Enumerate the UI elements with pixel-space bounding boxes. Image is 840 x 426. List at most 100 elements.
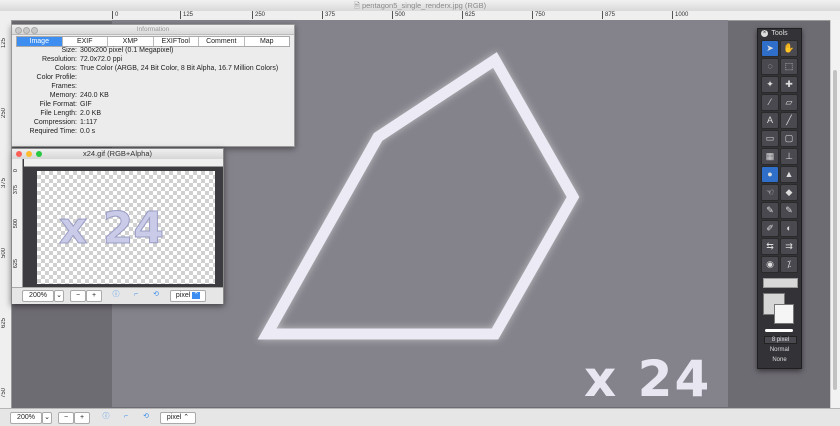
close-button-icon[interactable] bbox=[16, 151, 22, 157]
zoom-dot-icon[interactable] bbox=[31, 27, 38, 34]
zoom-out-button[interactable]: − bbox=[58, 412, 74, 424]
magic-wand-icon[interactable]: ✦ bbox=[761, 76, 779, 93]
burn-tool-icon[interactable]: ✎ bbox=[780, 202, 798, 219]
info-value: GIF bbox=[80, 101, 92, 108]
tab-map[interactable]: Map bbox=[245, 37, 290, 46]
tab-exif[interactable]: EXIF bbox=[63, 37, 108, 46]
eraser-tool-icon[interactable]: ▱ bbox=[780, 94, 798, 111]
brush-tool-icon[interactable]: ⁄ bbox=[761, 94, 779, 111]
ruler-tick: 500 bbox=[392, 11, 405, 19]
arrow-tool-icon[interactable]: ➤ bbox=[761, 40, 779, 57]
info-label: Color Profile: bbox=[36, 74, 77, 81]
scrollbar-thumb[interactable] bbox=[833, 70, 837, 390]
ruler-tick: 500 bbox=[13, 219, 19, 229]
line-tool-icon[interactable]: ╱ bbox=[780, 112, 798, 129]
transparent-canvas[interactable]: x 24 bbox=[37, 171, 215, 284]
transform-tool-icon[interactable]: ⇉ bbox=[780, 238, 798, 255]
info-value: 72.0x72.0 ppi bbox=[80, 56, 123, 63]
tab-xmp[interactable]: XMP bbox=[108, 37, 154, 46]
gif-window: x24.gif (RGB+Alpha) 0 375 500 625 x 24 2… bbox=[11, 148, 224, 304]
pencil-tool-icon[interactable]: ✎ bbox=[761, 202, 779, 219]
info-label: File Length: bbox=[40, 110, 77, 117]
info-value: 1:117 bbox=[80, 119, 97, 126]
zoom-button-icon[interactable] bbox=[36, 151, 42, 157]
gif-title-bar: x24.gif (RGB+Alpha) bbox=[12, 149, 223, 159]
info-label: Resolution: bbox=[41, 56, 77, 63]
window-title: pentagon5_single_renderx.jpg (RGB) bbox=[361, 1, 487, 10]
gif-info-icon[interactable]: ⓘ bbox=[110, 290, 122, 300]
color-swatch-bar[interactable] bbox=[763, 278, 798, 288]
ruler-tick: 750 bbox=[1, 388, 7, 399]
close-icon[interactable]: × bbox=[761, 30, 768, 37]
tab-image[interactable]: Image bbox=[17, 37, 63, 46]
gif-unit-select[interactable]: pixel ⌃ bbox=[170, 290, 206, 302]
smudge-tool-icon[interactable]: ☜ bbox=[761, 184, 779, 201]
minimize-dot-icon[interactable] bbox=[23, 27, 30, 34]
rotate-icon[interactable]: ⟲ bbox=[140, 412, 152, 422]
gif-rotate-icon[interactable]: ⟲ bbox=[150, 290, 162, 300]
gif-canvas-text: x 24 bbox=[59, 203, 165, 255]
info-label: Size: bbox=[61, 47, 77, 54]
gif-title: x24.gif (RGB+Alpha) bbox=[83, 149, 152, 158]
tab-exiftool[interactable]: EXIFTool bbox=[154, 37, 199, 46]
crop-icon[interactable]: ⌐ bbox=[120, 412, 132, 422]
globe-tool-icon[interactable]: ◉ bbox=[761, 256, 779, 273]
unit-select[interactable]: pixel ⌃ bbox=[160, 412, 196, 424]
ruler-tick: 250 bbox=[1, 108, 7, 119]
gif-zoom-out-button[interactable]: − bbox=[70, 290, 86, 302]
close-dot-icon[interactable] bbox=[15, 27, 22, 34]
ruler-tick: 875 bbox=[602, 11, 615, 19]
info-value: 240.0 KB bbox=[80, 92, 109, 99]
ruler-tick: 125 bbox=[180, 11, 193, 19]
tools-title: Tools bbox=[771, 30, 788, 37]
marquee-tool-icon[interactable]: ⬚ bbox=[780, 58, 798, 75]
brush-size-preview bbox=[765, 329, 793, 332]
gif-zoom-field[interactable]: 200% bbox=[22, 290, 54, 302]
ruler-tick: 250 bbox=[252, 11, 265, 19]
gif-zoom-dropdown-icon[interactable]: ⌄ bbox=[54, 290, 64, 302]
blur-drop-tool-icon[interactable]: ● bbox=[761, 166, 779, 183]
info-icon[interactable]: ⓘ bbox=[100, 412, 112, 422]
gradient-tool-icon[interactable]: ⇆ bbox=[761, 238, 779, 255]
blend-mode-select[interactable]: Normal bbox=[764, 347, 795, 353]
zoom-in-button[interactable]: + bbox=[74, 412, 90, 424]
stamp-tool-icon[interactable]: ⊥ bbox=[780, 148, 798, 165]
brush-size-field[interactable]: 8 pixel bbox=[764, 336, 797, 344]
crop-tool-icon[interactable]: ✚ bbox=[780, 76, 798, 93]
bucket-tool-icon[interactable]: ◐ bbox=[780, 220, 798, 237]
info-title: Information bbox=[136, 26, 170, 33]
tools-title-bar: × Tools bbox=[758, 29, 801, 38]
rounded-rect-tool-icon[interactable]: ▢ bbox=[780, 130, 798, 147]
ruler-tick: 750 bbox=[532, 11, 545, 19]
gif-bottom-bar: 200% ⌄ − + ⓘ ⌐ ⟲ pixel ⌃ bbox=[12, 287, 223, 304]
hand-tool-icon[interactable]: ✋ bbox=[780, 40, 798, 57]
mode-select[interactable]: None bbox=[764, 357, 795, 363]
sponge-tool-icon[interactable]: ◆ bbox=[780, 184, 798, 201]
info-label: Required Time: bbox=[29, 128, 77, 135]
info-value: 0.0 s bbox=[80, 128, 96, 135]
ruler-tick: 0 bbox=[13, 169, 19, 173]
info-label: File Format: bbox=[39, 101, 77, 108]
info-value: True Color (ARGB, 24 Bit Color, 8 Bit Al… bbox=[80, 65, 279, 72]
ruler-tick: 500 bbox=[1, 248, 7, 259]
ruler-tick: 125 bbox=[1, 38, 7, 49]
ruler-tick: 375 bbox=[1, 178, 7, 189]
airbrush-tool-icon[interactable]: ✐ bbox=[761, 220, 779, 237]
tools-palette: × Tools ➤ ✋ ◌ ⬚ ✦ ✚ ⁄ ▱ A ╱ ▭ ▢ ▦ ⊥ ● ▲ … bbox=[757, 28, 802, 369]
clone-tool-icon[interactable]: ▦ bbox=[761, 148, 779, 165]
text-tool-icon[interactable]: A bbox=[761, 112, 779, 129]
rectangle-tool-icon[interactable]: ▭ bbox=[761, 130, 779, 147]
sharpen-tool-icon[interactable]: ▲ bbox=[780, 166, 798, 183]
tab-comment[interactable]: Comment bbox=[199, 37, 245, 46]
info-label: Compression: bbox=[33, 119, 77, 126]
info-title-bar: Information bbox=[12, 25, 294, 35]
minimize-button-icon[interactable] bbox=[26, 151, 32, 157]
background-color[interactable] bbox=[774, 304, 794, 324]
zoom-dropdown-icon[interactable]: ⌄ bbox=[42, 412, 52, 424]
ruler-tick: 375 bbox=[322, 11, 335, 19]
zoom-field[interactable]: 200% bbox=[10, 412, 42, 424]
gif-zoom-in-button[interactable]: + bbox=[86, 290, 102, 302]
gif-crop-icon[interactable]: ⌐ bbox=[130, 290, 142, 300]
eyedropper-tool-icon[interactable]: ⁒ bbox=[780, 256, 798, 273]
lasso-tool-icon[interactable]: ◌ bbox=[761, 58, 779, 75]
